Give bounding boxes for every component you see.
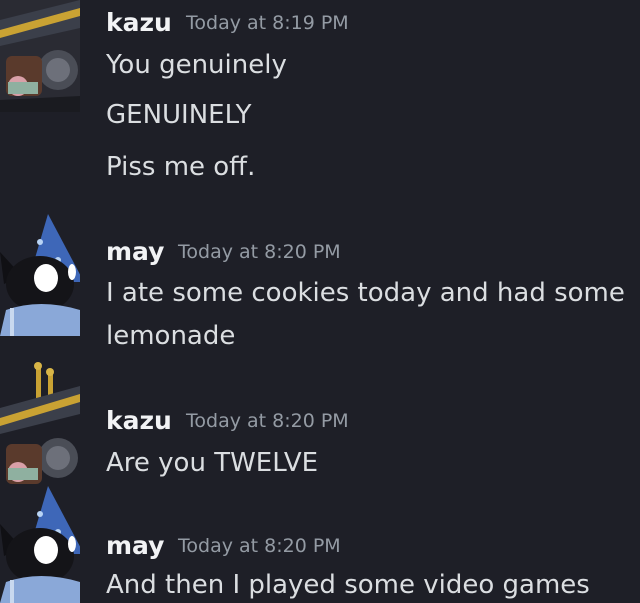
- message-author[interactable]: kazu: [106, 408, 172, 433]
- message-text-line: lemonade: [106, 321, 236, 351]
- message-timestamp: Today at 8:20 PM: [186, 410, 349, 432]
- message-author[interactable]: kazu: [106, 10, 172, 35]
- message-timestamp: Today at 8:19 PM: [186, 12, 349, 34]
- robot-samurai-avatar-icon[interactable]: [0, 0, 80, 112]
- message-text-line: And then I played some video games: [106, 570, 590, 600]
- message-author[interactable]: may: [106, 239, 164, 264]
- message-text-line: Piss me off.: [106, 152, 256, 182]
- wizard-cat-avatar-icon[interactable]: [0, 484, 80, 603]
- robot-samurai-avatar-icon[interactable]: [0, 362, 80, 492]
- message-text-line: I ate some cookies today and had some: [106, 278, 625, 308]
- message-timestamp: Today at 8:20 PM: [178, 241, 341, 263]
- message-text-line: GENUINELY: [106, 100, 252, 130]
- message-text-line: Are you TWELVE: [106, 448, 319, 478]
- wizard-cat-avatar-icon[interactable]: [0, 212, 80, 336]
- message-text-line: You genuinely: [106, 50, 287, 80]
- message-author[interactable]: may: [106, 533, 164, 558]
- chat-message-list: kazu Today at 8:19 PM You genuinely GENU…: [0, 0, 640, 603]
- message-timestamp: Today at 8:20 PM: [178, 535, 341, 557]
